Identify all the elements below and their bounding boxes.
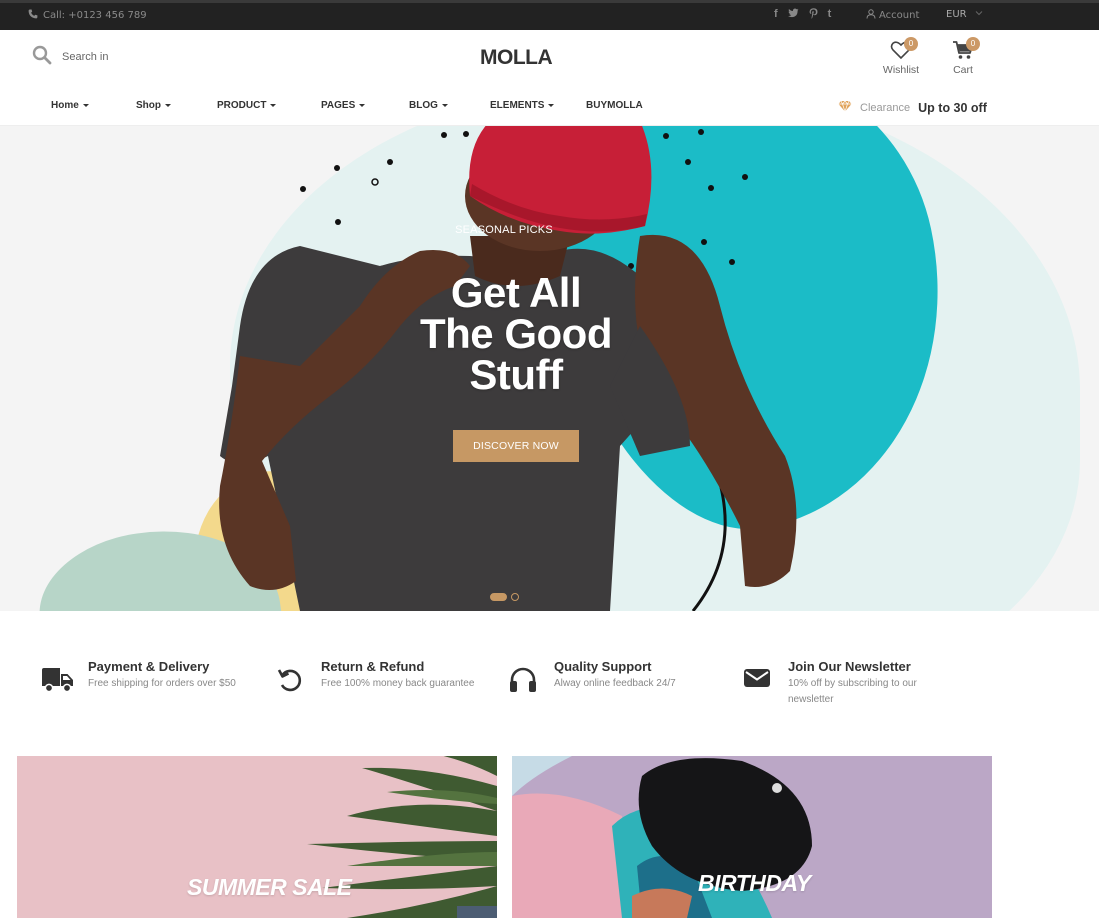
wishlist-button[interactable]: 0 Wishlist [879,37,923,76]
refund-icon [273,659,307,693]
envelope-icon [740,659,774,708]
feature-quality-support: Quality Support Alway online feedback 24… [506,659,676,693]
feature-title: Quality Support [554,659,652,674]
pinterest-icon[interactable] [809,8,818,22]
caret-down-icon [359,104,366,107]
cart-button[interactable]: 0 Cart [946,37,980,76]
facebook-icon[interactable]: f [774,8,778,22]
caret-down-icon [548,104,555,107]
nav-item-label: ELEMENTS [490,100,545,111]
feature-title: Payment & Delivery [88,659,210,674]
nav-item-shop[interactable]: Shop [136,100,171,111]
caret-down-icon [441,104,448,107]
cart-count-badge: 0 [966,37,980,51]
nav-item-label: Home [51,100,79,111]
truck-icon [40,659,74,693]
chevron-down-icon [975,9,983,20]
hero-title-line: Stuff [469,351,563,398]
hero-subtitle: SEASONAL PICKS [455,224,553,236]
twitter-icon[interactable] [787,8,799,22]
diamond-icon [838,99,852,117]
nav-item-label: BLOG [409,100,438,111]
feature-desc: Free shipping for orders over $50 [88,678,236,689]
phone-contact[interactable]: Call: +0123 456 789 [28,9,147,22]
feature-title: Return & Refund [321,659,425,674]
clearance-offer: Up to 30 off [918,101,987,115]
caret-down-icon [82,104,89,107]
slider-pagination [490,593,519,601]
currency-selector[interactable]: EUR [946,9,983,20]
top-bar: Call: +0123 456 789 f t Account EUR [0,0,1099,30]
social-links: f t [774,8,831,22]
hero-title-line: The Good [420,310,612,357]
feature-desc: Alway online feedback 24/7 [554,678,676,689]
nav-item-label: BUYMOLLA [586,100,643,111]
tumblr-icon[interactable]: t [828,8,832,22]
logo[interactable]: MOLLA [480,46,553,70]
nav-item-home[interactable]: Home [51,100,89,111]
clearance-label: Clearance [860,102,911,114]
nav-item-blog[interactable]: BLOG [409,100,448,111]
caret-down-icon [165,104,171,107]
nav-item-elements[interactable]: ELEMENTS [490,100,555,111]
slider-dot-active[interactable] [490,593,507,601]
banner-title: SUMMER SALE [187,874,352,900]
feature-return-refund: Return & Refund Free 100% money back gua… [273,659,474,693]
account-label: Account [879,10,920,21]
discover-now-button[interactable]: DISCOVER NOW [453,430,579,462]
feature-desc: 10% off by subscribing to our newsletter [788,678,917,705]
hero-slider: SEASONAL PICKS Get All The Good Stuff DI… [0,126,1099,611]
heart-icon [890,41,912,63]
phone-text: Call: +0123 456 789 [43,10,147,21]
cart-icon [952,41,974,63]
slider-dot[interactable] [511,593,519,601]
banner-summer-sale[interactable]: SUMMER SALE [17,756,497,918]
search-input[interactable] [62,51,182,63]
account-link[interactable]: Account [866,9,919,22]
wishlist-label: Wishlist [882,64,920,76]
cart-label: Cart [953,64,973,76]
hero-title: Get All The Good Stuff [366,269,666,398]
phone-icon [28,9,38,22]
currency-value: EUR [946,9,967,20]
nav-item-buymolla[interactable]: BUYMOLLA [586,100,643,111]
search-icon[interactable] [32,45,52,69]
nav-item-label: PRODUCT [217,100,267,111]
feature-title: Join Our Newsletter [788,659,911,674]
caret-down-icon [270,104,277,107]
banner-birthday[interactable]: BIRTHDAY [512,756,992,918]
nav-item-label: PAGES [321,100,356,111]
feature-desc: Free 100% money back guarantee [321,678,475,689]
banner-title: BIRTHDAY [698,870,811,896]
search-box [32,45,182,69]
wishlist-count-badge: 0 [904,37,918,51]
nav-item-label: Shop [136,100,161,111]
clearance-promo[interactable]: Clearance Up to 30 off [838,99,987,117]
headphones-icon [506,659,540,693]
feature-newsletter: Join Our Newsletter 10% off by subscribi… [740,659,948,708]
nav-item-pages[interactable]: PAGES [321,100,366,111]
nav-item-product[interactable]: PRODUCT [217,100,277,111]
hero-title-line: Get All [450,269,582,316]
logo-text: MOLLA [480,46,553,69]
main-nav: Home Shop PRODUCT PAGES BLOG ELEMENTS BU… [0,90,1099,126]
feature-payment-delivery: Payment & Delivery Free shipping for ord… [40,659,236,693]
user-icon [866,9,876,22]
